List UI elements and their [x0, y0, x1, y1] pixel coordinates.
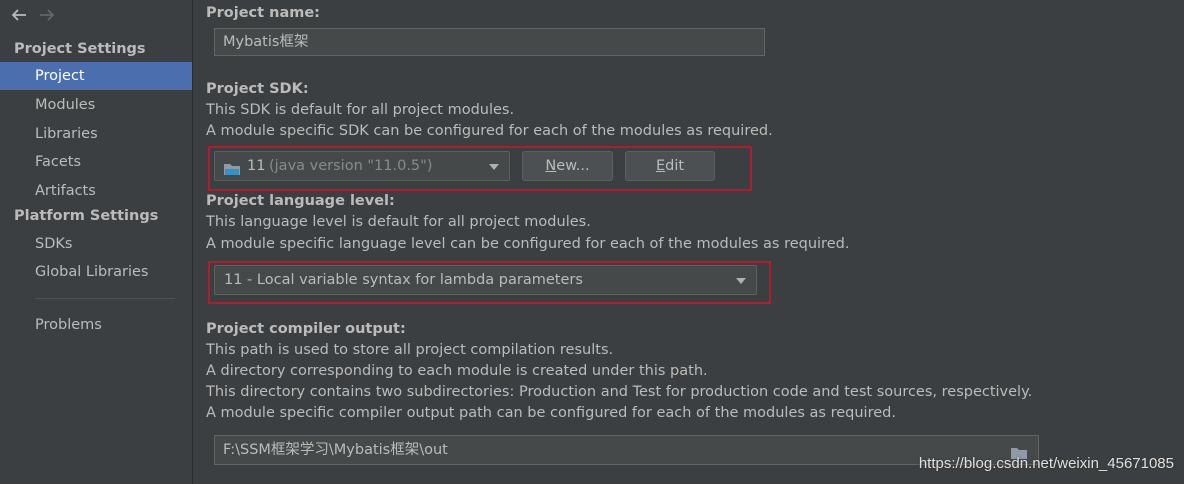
- language-level-desc-1: This language level is default for all p…: [206, 214, 591, 230]
- compiler-output-desc-1: This path is used to store all project c…: [206, 342, 614, 358]
- sdk-version-detail: (java version "11.0.5"): [269, 158, 433, 174]
- edit-button-mnemonic: E: [655, 158, 666, 174]
- project-name-label: Project name:: [206, 5, 320, 21]
- sidebar-item-libraries[interactable]: Libraries: [0, 120, 192, 148]
- chevron-down-icon: [489, 164, 499, 170]
- compiler-output-label: Project compiler output:: [206, 321, 406, 337]
- new-button-label: ew...: [556, 158, 590, 174]
- sdk-version: 11: [247, 158, 266, 174]
- edit-button-label: dit: [665, 158, 685, 174]
- project-name-input[interactable]: Mybatis框架: [214, 28, 765, 56]
- edit-sdk-button[interactable]: Edit: [625, 151, 715, 181]
- back-arrow-icon[interactable]: [10, 4, 28, 26]
- forward-arrow-icon[interactable]: [38, 4, 56, 26]
- platform-settings-header: Platform Settings: [14, 208, 159, 224]
- sidebar-item-facets[interactable]: Facets: [0, 148, 192, 176]
- sidebar-item-problems[interactable]: Problems: [0, 311, 192, 339]
- project-sdk-desc-2: A module specific SDK can be configured …: [206, 123, 773, 139]
- compiler-output-desc-4: A module specific compiler output path c…: [206, 405, 896, 421]
- sidebar-item-artifacts[interactable]: Artifacts: [0, 177, 192, 205]
- language-level-label: Project language level:: [206, 193, 395, 209]
- language-level-selected: 11 - Local variable syntax for lambda pa…: [224, 272, 583, 288]
- project-settings-panel: Project name: Mybatis框架 Project SDK: Thi…: [194, 0, 1184, 484]
- project-sdk-label: Project SDK:: [206, 81, 309, 97]
- watermark-text: https://blog.csdn.net/weixin_45671085: [918, 455, 1174, 472]
- nav-arrows: [10, 4, 56, 26]
- browse-folder-icon[interactable]: [1010, 442, 1028, 459]
- compiler-output-path: F:\SSM框架学习\Mybatis框架\out: [223, 442, 448, 458]
- chevron-down-icon: [736, 278, 746, 284]
- sidebar-item-project[interactable]: Project: [0, 62, 192, 90]
- project-sdk-dropdown[interactable]: 11 (java version "11.0.5"): [214, 151, 510, 181]
- project-settings-header: Project Settings: [14, 41, 146, 57]
- sidebar-item-global-libraries[interactable]: Global Libraries: [0, 258, 192, 286]
- new-button-mnemonic: N: [545, 158, 557, 174]
- language-level-dropdown[interactable]: 11 - Local variable syntax for lambda pa…: [214, 265, 757, 295]
- sidebar-divider: [35, 298, 175, 299]
- sdk-folder-icon: [223, 159, 241, 175]
- settings-sidebar: Project Settings Project Modules Librari…: [0, 0, 193, 484]
- language-level-desc-2: A module specific language level can be …: [206, 236, 850, 252]
- compiler-output-path-input[interactable]: F:\SSM框架学习\Mybatis框架\out: [214, 435, 1039, 465]
- new-sdk-button[interactable]: New...: [522, 151, 613, 181]
- compiler-output-desc-3: This directory contains two subdirectori…: [206, 384, 1033, 400]
- compiler-output-desc-2: A directory corresponding to each module…: [206, 363, 708, 379]
- project-sdk-desc-1: This SDK is default for all project modu…: [206, 102, 515, 118]
- sidebar-item-sdks[interactable]: SDKs: [0, 230, 192, 258]
- sidebar-item-modules[interactable]: Modules: [0, 91, 192, 119]
